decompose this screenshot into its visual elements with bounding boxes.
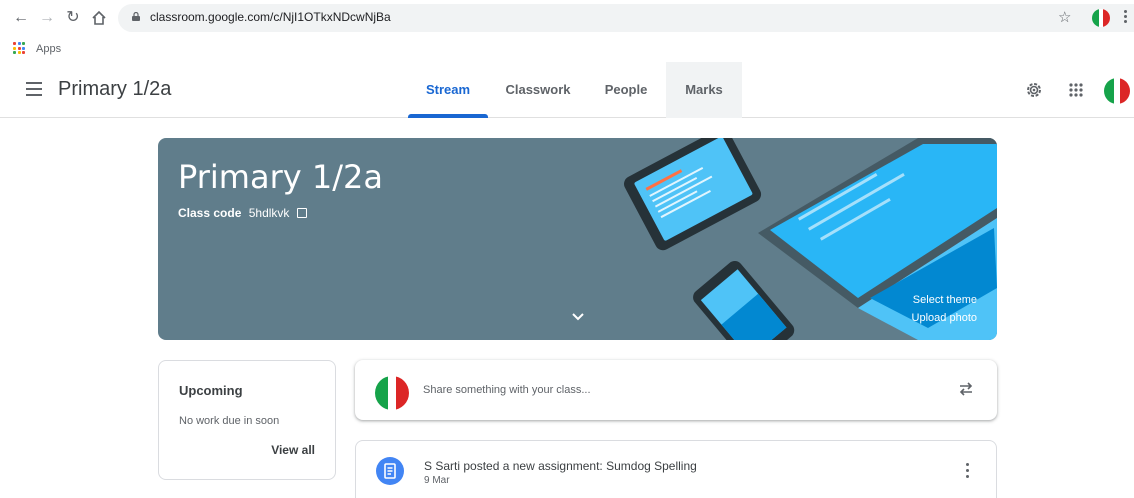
user-avatar [375, 376, 409, 410]
tab-classwork[interactable]: Classwork [498, 62, 578, 118]
url-text: classroom.google.com/c/NjI1OTkxNDcwNjBa [150, 10, 391, 24]
assignment-icon [376, 457, 404, 485]
select-theme-link[interactable]: Select theme [913, 294, 977, 306]
upcoming-status: No work due in soon [179, 415, 280, 427]
more-options-icon[interactable] [966, 463, 970, 479]
view-all-link[interactable]: View all [271, 443, 315, 457]
address-bar[interactable]: classroom.google.com/c/NjI1OTkxNDcwNjBa … [118, 4, 1134, 32]
tab-marks[interactable]: Marks [666, 62, 742, 118]
upcoming-card: Upcoming No work due in soon View all [158, 360, 336, 480]
banner-class-title: Primary 1/2a [178, 158, 383, 196]
reload-icon[interactable]: ↻ [64, 9, 82, 27]
bookmark-apps[interactable]: Apps [36, 43, 61, 55]
chevron-down-icon[interactable] [571, 310, 585, 324]
class-code: Class code 5hdlkvk [178, 206, 307, 220]
assignment-post[interactable]: S Sarti posted a new assignment: Sumdog … [355, 440, 997, 498]
google-apps-icon[interactable] [1066, 80, 1086, 100]
browser-menu-icon[interactable] [1124, 10, 1127, 23]
profile-avatar[interactable] [1092, 9, 1110, 27]
star-icon[interactable]: ☆ [1058, 8, 1071, 26]
classroom-header: Primary 1/2a Stream Classwork People Mar… [0, 62, 1134, 118]
upload-photo-link[interactable]: Upload photo [912, 312, 977, 324]
reuse-post-icon[interactable] [957, 380, 975, 398]
post-date: 9 Mar [424, 475, 450, 486]
account-avatar[interactable] [1104, 78, 1130, 104]
bookmarks-bar: Apps [0, 36, 1134, 62]
class-name-title[interactable]: Primary 1/2a [58, 78, 171, 101]
class-banner: Primary 1/2a Class code 5hdlkvk Select t… [158, 138, 997, 340]
main-menu-icon[interactable] [26, 82, 42, 96]
post-title[interactable]: S Sarti posted a new assignment: Sumdog … [424, 459, 697, 473]
fullscreen-icon[interactable] [296, 208, 307, 218]
browser-toolbar: ← → ↻ classroom.google.com/c/NjI1OTkxNDc… [0, 0, 1134, 36]
tab-stream[interactable]: Stream [408, 62, 488, 118]
home-icon[interactable] [90, 9, 108, 27]
tab-people[interactable]: People [588, 62, 664, 118]
lock-icon [132, 12, 140, 21]
back-arrow-icon[interactable]: ← [12, 9, 30, 27]
share-input-placeholder[interactable]: Share something with your class... [423, 384, 591, 396]
apps-grid-icon[interactable] [13, 42, 25, 54]
class-code-value: 5hdlkvk [248, 206, 290, 220]
class-code-label: Class code [178, 206, 242, 220]
share-box[interactable]: Share something with your class... [355, 360, 997, 420]
settings-gear-icon[interactable] [1024, 80, 1044, 100]
forward-arrow-icon[interactable]: → [38, 9, 56, 27]
upcoming-title: Upcoming [179, 383, 243, 398]
